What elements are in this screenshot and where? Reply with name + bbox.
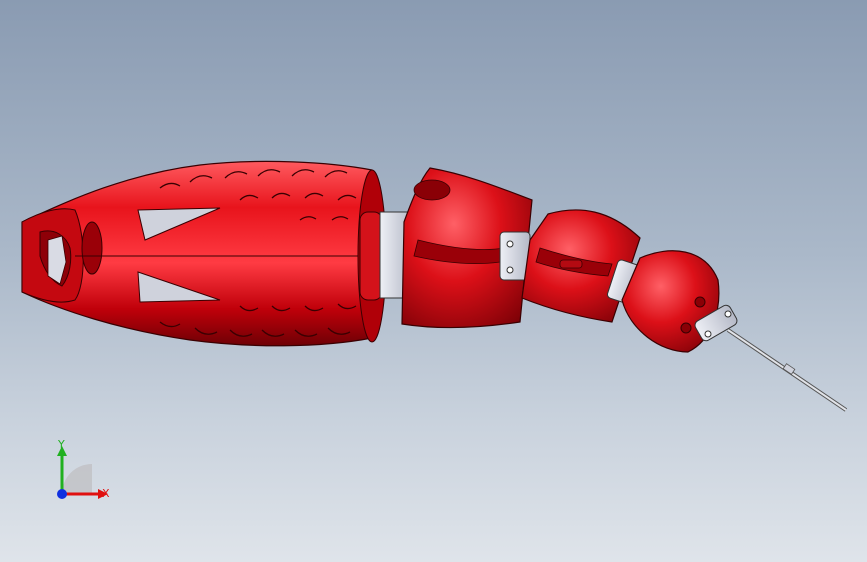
robotic-fish-model[interactable] xyxy=(0,0,867,562)
tail-segment[interactable] xyxy=(621,250,739,353)
cad-viewport[interactable]: Y X xyxy=(0,0,867,562)
tail-rod[interactable] xyxy=(726,328,848,412)
x-axis-label: X xyxy=(102,487,110,500)
fish-head-body[interactable] xyxy=(21,160,387,347)
z-axis-dot xyxy=(57,489,67,499)
y-axis-label: Y xyxy=(57,438,65,451)
coordinate-triad: Y X xyxy=(57,438,110,500)
